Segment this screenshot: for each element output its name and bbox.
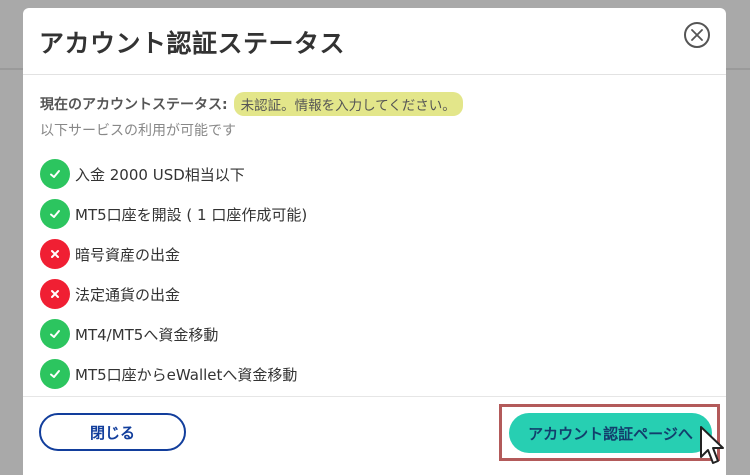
- modal-header: アカウント認証ステータス: [23, 8, 726, 75]
- footer-divider: [23, 396, 726, 397]
- permission-item: MT5口座からeWalletへ資金移動: [40, 354, 307, 394]
- permission-item: 法定通貨の出金: [40, 274, 307, 314]
- status-line: 現在のアカウントステータス: 未認証。情報を入力してください。: [40, 92, 463, 116]
- cross-icon: [40, 239, 70, 269]
- check-icon: [40, 359, 70, 389]
- permission-list: 入金 2000 USD相当以下 MT5口座を開設 ( 1 口座作成可能) 暗号資…: [40, 154, 307, 394]
- services-caption: 以下サービスの利用が可能です: [40, 123, 236, 139]
- go-to-verification-button[interactable]: アカウント認証ページへ: [509, 413, 712, 453]
- permission-label: MT4/MT5へ資金移動: [75, 325, 219, 344]
- account-status-modal: アカウント認証ステータス 現在のアカウントステータス: 未認証。情報を入力してく…: [23, 8, 726, 475]
- permission-item: 入金 2000 USD相当以下: [40, 154, 307, 194]
- permission-label: MT5口座を開設 ( 1 口座作成可能): [75, 205, 308, 224]
- status-badge: 未認証。情報を入力してください。: [233, 92, 463, 116]
- check-icon: [40, 319, 70, 349]
- close-dialog-button[interactable]: 閉じる: [39, 413, 186, 451]
- cross-icon: [40, 279, 70, 309]
- permission-label: MT5口座からeWalletへ資金移動: [75, 365, 298, 384]
- check-icon: [40, 199, 70, 229]
- close-button[interactable]: [684, 22, 710, 48]
- permission-item: MT4/MT5へ資金移動: [40, 314, 307, 354]
- permission-label: 入金 2000 USD相当以下: [75, 165, 245, 184]
- permission-label: 暗号資産の出金: [75, 245, 181, 264]
- status-label: 現在のアカウントステータス:: [40, 97, 228, 113]
- modal-title: アカウント認証ステータス: [39, 29, 346, 58]
- permission-label: 法定通貨の出金: [75, 285, 181, 304]
- check-icon: [40, 159, 70, 189]
- permission-item: MT5口座を開設 ( 1 口座作成可能): [40, 194, 307, 234]
- close-icon: [691, 29, 703, 41]
- permission-item: 暗号資産の出金: [40, 234, 307, 274]
- mouse-cursor-icon: [700, 426, 724, 464]
